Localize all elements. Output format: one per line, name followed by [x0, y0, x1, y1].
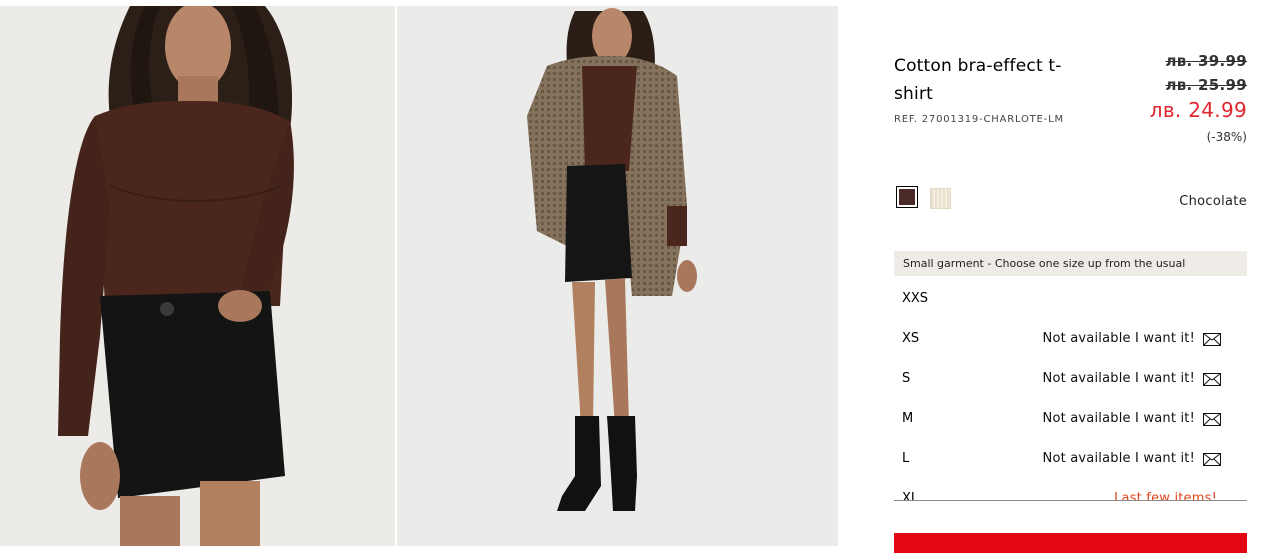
availability-status: Not available I want it!: [1042, 371, 1195, 386]
product-info-panel: Cotton bra-effect t-shirt REF. 27001319-…: [894, 0, 1247, 553]
size-label: XXS: [902, 291, 929, 306]
add-to-bag-button[interactable]: [894, 533, 1247, 553]
size-option-xl[interactable]: XL Last few items!: [894, 477, 1247, 501]
product-photo-outfit[interactable]: [397, 6, 838, 546]
availability-status: Not available I want it!: [1042, 411, 1195, 426]
envelope-icon[interactable]: [1203, 373, 1221, 390]
size-option-l[interactable]: L Not available I want it!: [894, 437, 1247, 477]
color-swatch-chocolate-fill: [899, 189, 915, 205]
discount-badge: (-38%): [1206, 130, 1247, 144]
selected-color-name: Chocolate: [1179, 194, 1247, 209]
size-label: S: [902, 371, 911, 386]
color-swatch-chocolate[interactable]: [896, 186, 918, 208]
availability-status: Not available I want it!: [1042, 331, 1195, 346]
size-label: XS: [902, 331, 920, 346]
size-notice: Small garment - Choose one size up from …: [894, 251, 1247, 276]
envelope-icon[interactable]: [1203, 333, 1221, 350]
price-current: лв. 24.99: [1149, 98, 1247, 122]
availability-status: Not available I want it!: [1042, 451, 1195, 466]
size-option-m[interactable]: M Not available I want it!: [894, 397, 1247, 437]
envelope-icon[interactable]: [1203, 453, 1221, 470]
size-option-xxs[interactable]: XXS: [894, 277, 1247, 317]
price-previous: лв. 25.99: [1165, 76, 1247, 94]
color-swatch-beige[interactable]: [930, 188, 951, 209]
product-title: Cotton bra-effect t-shirt: [894, 56, 1062, 104]
size-option-xs[interactable]: XS Not available I want it!: [894, 317, 1247, 357]
size-label: M: [902, 411, 914, 426]
product-ref: REF. 27001319-CHARLOTE-LM: [894, 114, 1064, 125]
product-photo-front[interactable]: [0, 6, 395, 546]
size-label: L: [902, 451, 910, 466]
price-original: лв. 39.99: [1165, 52, 1247, 70]
envelope-icon[interactable]: [1203, 413, 1221, 430]
size-list[interactable]: XXS XS Not available I want it! S Not av…: [894, 277, 1247, 501]
availability-status: Last few items!: [1114, 491, 1217, 501]
size-option-s[interactable]: S Not available I want it!: [894, 357, 1247, 397]
size-label: XL: [902, 491, 919, 501]
